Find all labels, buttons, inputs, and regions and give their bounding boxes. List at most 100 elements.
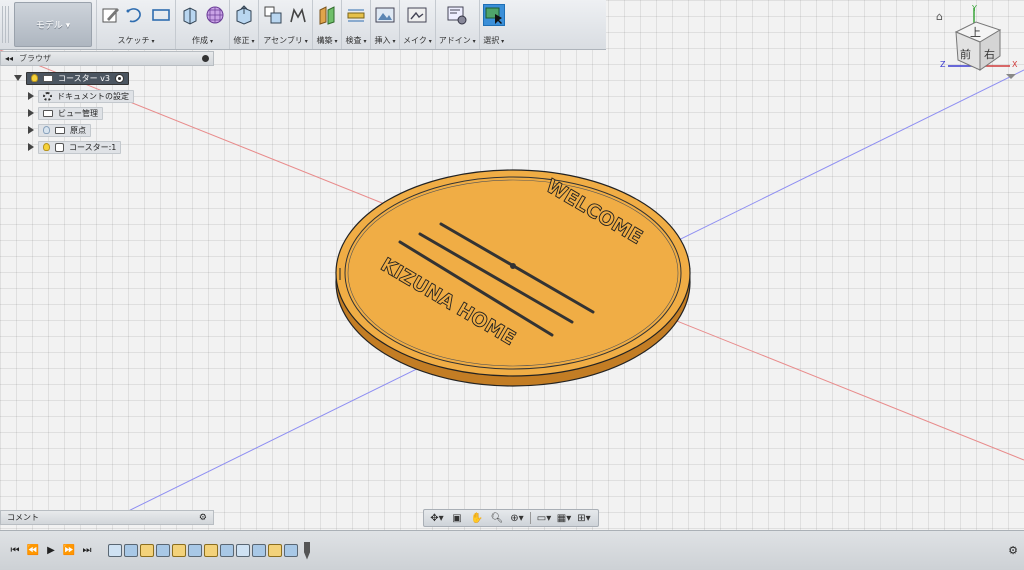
offset-plane-icon[interactable] (316, 4, 338, 26)
joint-icon[interactable] (287, 4, 309, 26)
timeline-marker[interactable] (304, 541, 310, 560)
comments-panel[interactable]: コメント ⚙ (0, 510, 214, 525)
toolbar-group-label: 選択 (483, 35, 504, 46)
viewport[interactable]: WELCOME KIZUNA HOME (0, 0, 1024, 530)
timeline-feature-sketch-icon[interactable] (172, 544, 186, 557)
timeline-feature-sketch-icon[interactable] (140, 544, 154, 557)
toolbar-group-create[interactable]: 作成 (175, 0, 229, 49)
comments-gear-icon[interactable]: ⚙ (199, 513, 207, 523)
toolbar-group-addins[interactable]: アドイン (434, 0, 479, 49)
go-to-start-icon[interactable]: ⏮ (6, 545, 24, 556)
tree-item-origin[interactable]: 原点 (28, 123, 91, 137)
zoom-icon[interactable]: 🔍︎ (488, 513, 506, 524)
rectangle-icon[interactable] (150, 4, 172, 26)
scripts-icon[interactable] (446, 4, 468, 26)
tree-item-chip[interactable]: ビュー管理 (38, 106, 103, 120)
timeline-feature-extrude-icon[interactable] (156, 544, 170, 557)
viewcube[interactable]: ⌂ 上 前 右 Y Z X (936, 4, 1022, 88)
nav-separator (530, 512, 531, 524)
expand-triangle-icon[interactable] (28, 143, 34, 151)
viewcube-graphic[interactable] (936, 4, 1022, 88)
folder-icon (43, 109, 53, 117)
go-to-end-icon[interactable]: ⏭ (78, 545, 96, 556)
pan-icon[interactable]: ✋ (468, 513, 486, 524)
tree-item-document-settings[interactable]: ドキュメントの設定 (28, 89, 134, 103)
3d-print-icon[interactable] (406, 4, 428, 26)
toolbar-group-sketch[interactable]: スケッチ (96, 0, 175, 49)
activate-radio-icon[interactable] (114, 73, 124, 83)
toolbar-group-make[interactable]: メイク (399, 0, 435, 49)
measure-icon[interactable] (345, 4, 367, 26)
timeline-feature-extrude-icon[interactable] (284, 544, 298, 557)
tree-item-label: コースター:1 (69, 142, 117, 152)
timeline-gear-icon[interactable]: ⚙ (1008, 544, 1018, 557)
viewcube-right-label[interactable]: 右 (984, 46, 995, 62)
timeline-features (108, 541, 310, 560)
tree-item-coaster-component[interactable]: コースター:1 (28, 140, 122, 154)
play-icon[interactable]: ▶ (42, 545, 60, 556)
tree-item-named-views[interactable]: ビュー管理 (28, 106, 103, 120)
display-settings-icon[interactable]: ▭▾ (535, 513, 553, 524)
expand-triangle-icon[interactable] (14, 75, 22, 81)
component-icon (43, 74, 53, 82)
spline-icon[interactable] (125, 4, 147, 26)
tree-root[interactable]: コースター v3 (14, 71, 129, 85)
tree-item-chip[interactable]: コースター:1 (38, 140, 122, 154)
workspace-dropdown[interactable]: モデル ▾ (14, 2, 92, 47)
extrude-icon[interactable] (179, 4, 201, 26)
root-component-label: コースター v3 (58, 73, 110, 83)
timeline-feature-pattern-icon[interactable] (236, 544, 250, 557)
tree-item-chip[interactable]: ドキュメントの設定 (38, 89, 134, 103)
step-back-icon[interactable]: ⏪ (24, 545, 42, 556)
toolbar-group-assemble[interactable]: アセンブリ (258, 0, 312, 49)
toolbar-group-select[interactable]: 選択 (478, 0, 508, 49)
coaster-body[interactable]: WELCOME KIZUNA HOME (335, 169, 691, 387)
insert-image-icon[interactable] (374, 4, 396, 26)
timeline-feature-extrude-icon[interactable] (188, 544, 202, 557)
design-canvas[interactable]: WELCOME KIZUNA HOME (0, 0, 1024, 530)
toolbar-group-inspect[interactable]: 検査 (341, 0, 370, 49)
new-component-icon[interactable] (262, 4, 284, 26)
timeline-feature-body-icon[interactable] (124, 544, 138, 557)
orbit-icon[interactable]: ✥▾ (428, 513, 446, 524)
root-component-chip[interactable]: コースター v3 (26, 71, 129, 85)
visibility-bulb-icon[interactable] (31, 74, 38, 82)
collapse-panel-icon[interactable]: ◂◂ (5, 54, 13, 63)
toolbar-group-label: 作成 (192, 35, 213, 46)
look-at-icon[interactable]: ▣ (448, 513, 466, 524)
expand-triangle-icon[interactable] (28, 92, 34, 100)
viewports-icon[interactable]: ⊞▾ (575, 513, 593, 524)
select-icon[interactable] (482, 4, 505, 26)
browser-panel-header[interactable]: ◂◂ ブラウザ (0, 51, 214, 66)
toolbar-group-modify[interactable]: 修正 (229, 0, 258, 49)
toolbar-group-label: アセンブリ (263, 35, 308, 46)
visibility-bulb-icon[interactable] (43, 143, 50, 151)
visibility-bulb-icon[interactable] (43, 126, 50, 134)
axis-z-label: Z (940, 60, 946, 69)
timeline-feature-component-icon[interactable] (108, 544, 122, 557)
toolbar-grip[interactable] (2, 6, 10, 43)
panel-options-icon[interactable] (202, 55, 209, 62)
toolbar-group-construct[interactable]: 構築 (312, 0, 341, 49)
form-mesh-icon[interactable] (204, 4, 226, 26)
press-pull-icon[interactable] (233, 4, 255, 26)
grid-snaps-icon[interactable]: ▦▾ (555, 513, 573, 524)
folder-icon (55, 126, 65, 134)
timeline-feature-extrude-icon[interactable] (252, 544, 266, 557)
tree-item-label: ビュー管理 (58, 108, 98, 118)
viewcube-front-label[interactable]: 前 (960, 46, 971, 62)
comments-label: コメント (7, 513, 39, 522)
create-sketch-icon[interactable] (100, 4, 122, 26)
tree-item-label: ドキュメントの設定 (57, 91, 129, 101)
fit-icon[interactable]: ⊕▾ (508, 513, 526, 524)
viewcube-top-label[interactable]: 上 (970, 24, 981, 40)
timeline-feature-extrude-icon[interactable] (220, 544, 234, 557)
tree-item-chip[interactable]: 原点 (38, 123, 91, 137)
timeline-feature-sketch-icon[interactable] (268, 544, 282, 557)
toolbar-group-insert[interactable]: 挿入 (370, 0, 399, 49)
expand-triangle-icon[interactable] (28, 109, 34, 117)
timeline-feature-sketch-icon[interactable] (204, 544, 218, 557)
expand-triangle-icon[interactable] (28, 126, 34, 134)
step-forward-icon[interactable]: ⏩ (60, 545, 78, 556)
tree-item-label: 原点 (70, 125, 86, 135)
